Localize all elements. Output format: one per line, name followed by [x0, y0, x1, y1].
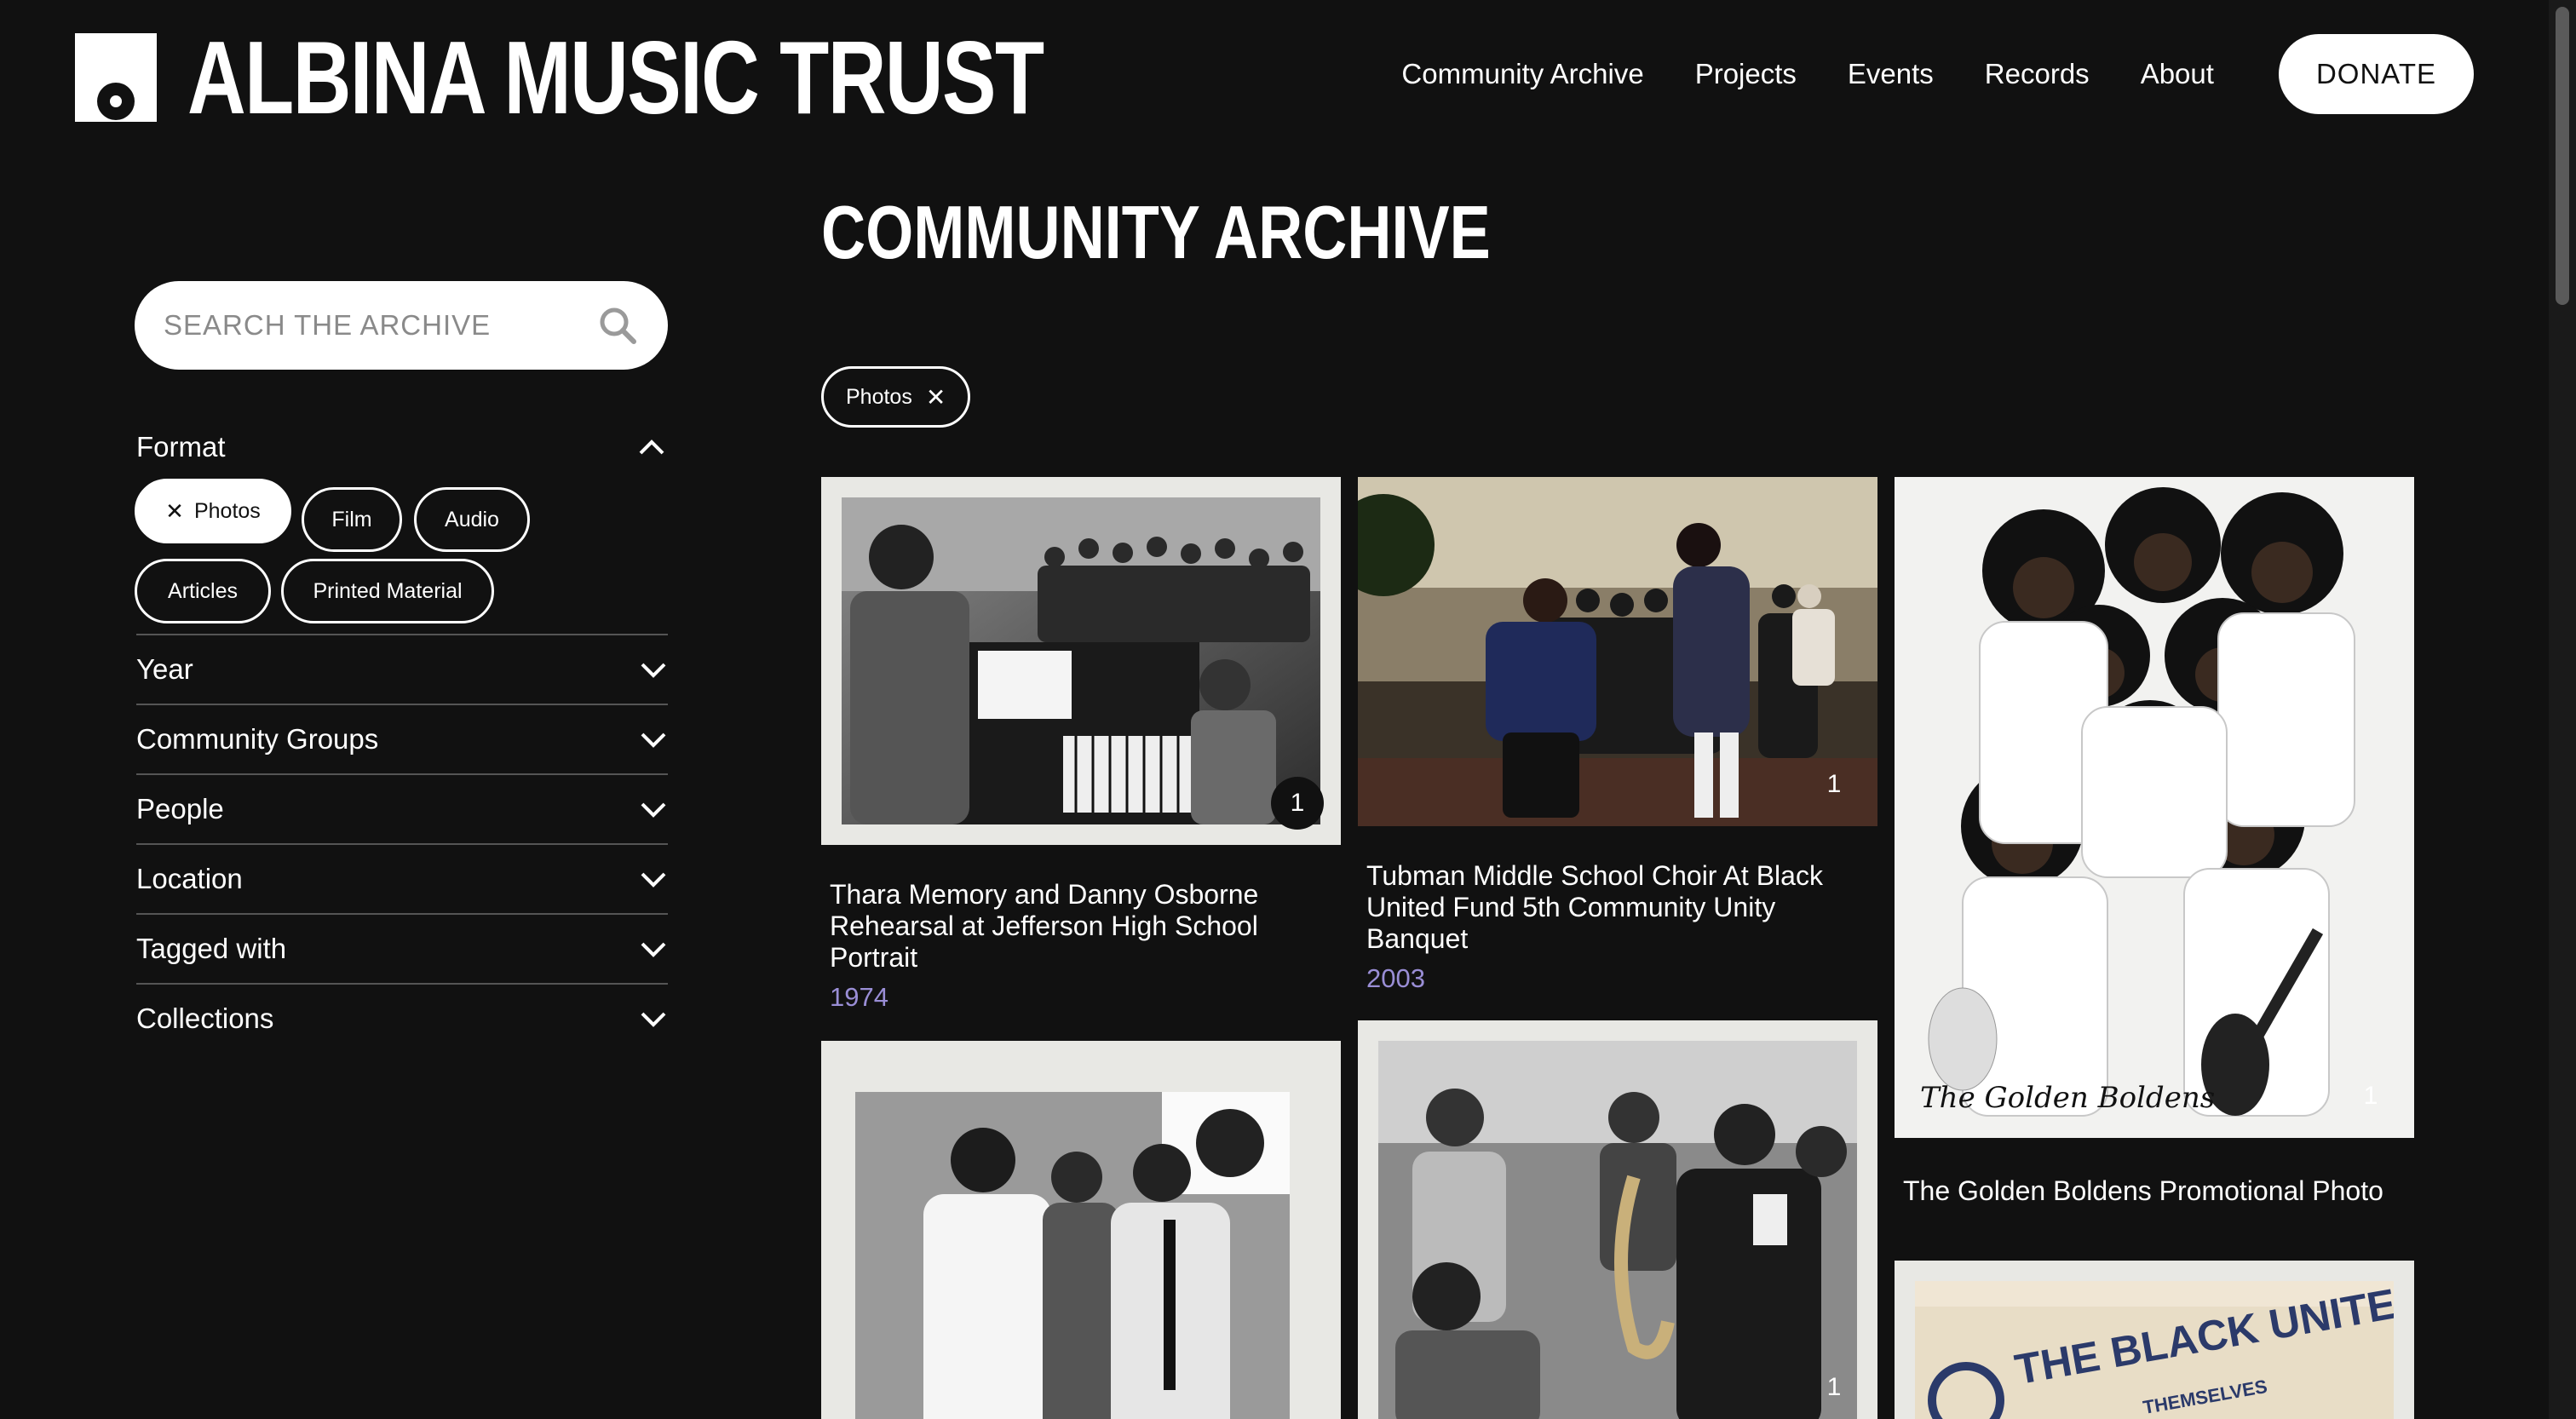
- card-image[interactable]: 1: [1358, 477, 1877, 826]
- format-option-printed-material[interactable]: Printed Material: [281, 559, 494, 623]
- format-option-audio[interactable]: Audio: [414, 487, 530, 552]
- scrollbar-thumb[interactable]: [2556, 7, 2569, 305]
- format-option-film[interactable]: Film: [302, 487, 402, 552]
- facet-people[interactable]: People: [136, 773, 668, 843]
- active-filter-label: Photos: [846, 384, 912, 409]
- search-icon[interactable]: [596, 304, 639, 347]
- card-image[interactable]: [821, 1041, 1341, 1419]
- facet-location[interactable]: Location: [136, 843, 668, 913]
- chevron-down-icon: [641, 663, 666, 678]
- chevron-down-icon: [641, 1012, 666, 1027]
- chevron-down-icon: [641, 732, 666, 748]
- site-logo[interactable]: ALBINA MUSIC TRUST: [75, 26, 1285, 129]
- photo-choir-image: [1358, 477, 1877, 826]
- photo-saxophone-image: [1378, 1041, 1857, 1419]
- chevron-down-icon: [641, 942, 666, 957]
- facet-format-header[interactable]: Format: [136, 426, 666, 468]
- photo-black-united-fund-sign-image: THE BLACK UNITED FUND OF OREGON THEMSELV…: [1915, 1261, 2414, 1419]
- remove-icon: ✕: [165, 497, 184, 524]
- facet-label: People: [136, 793, 224, 824]
- chevron-down-icon: [641, 802, 666, 818]
- photo-golden-boldens-image: The Golden Boldens: [1895, 477, 2414, 1138]
- facet-collections[interactable]: Collections: [136, 983, 668, 1053]
- close-icon[interactable]: ✕: [926, 383, 946, 411]
- archive-card[interactable]: The Golden Boldens 1 The Golden Boldens …: [1895, 477, 2414, 1207]
- chevron-up-icon: [639, 439, 664, 455]
- nav-projects[interactable]: Projects: [1695, 58, 1797, 90]
- photo-three-people-image: [855, 1092, 1290, 1419]
- search-input[interactable]: [164, 309, 596, 342]
- photo-rehearsal-image: [842, 497, 1320, 824]
- item-count-badge: 1: [1826, 770, 1842, 798]
- page-title: COMMUNITY ARCHIVE: [821, 190, 1491, 274]
- nav-about[interactable]: About: [2141, 58, 2214, 90]
- facet-community-groups[interactable]: Community Groups: [136, 704, 668, 773]
- main-nav: Community Archive Projects Events Record…: [1350, 34, 2474, 114]
- item-count-badge: 1: [1271, 777, 1324, 830]
- card-year: 2003: [1366, 963, 1425, 993]
- item-count-badge: 1: [1826, 1373, 1842, 1401]
- format-option-label: Photos: [193, 498, 261, 523]
- card-title[interactable]: Thara Memory and Danny Osborne Rehearsal…: [821, 879, 1341, 974]
- facet-label: Tagged with: [136, 933, 287, 964]
- chevron-down-icon: [641, 872, 666, 888]
- golden-boldens-caption: The Golden Boldens: [1920, 1081, 2215, 1115]
- active-filter-chip[interactable]: Photos ✕: [821, 366, 971, 428]
- facet-format-label: Format: [136, 431, 226, 462]
- nav-community-archive[interactable]: Community Archive: [1401, 58, 1643, 90]
- format-option-articles[interactable]: Articles: [135, 559, 271, 623]
- facet-label: Community Groups: [136, 723, 379, 755]
- logo-text: ALBINA MUSIC TRUST: [187, 20, 1044, 135]
- facet-tagged-with[interactable]: Tagged with: [136, 913, 668, 983]
- archive-card[interactable]: 1 Tubman Middle School Choir At Black Un…: [1358, 477, 1877, 994]
- card-title[interactable]: The Golden Boldens Promotional Photo: [1895, 1175, 2414, 1207]
- card-year: 1974: [830, 982, 888, 1012]
- card-image[interactable]: 1: [821, 477, 1341, 845]
- nav-events[interactable]: Events: [1848, 58, 1934, 90]
- facet-label: Year: [136, 653, 193, 685]
- card-title[interactable]: Tubman Middle School Choir At Black Unit…: [1358, 860, 1877, 955]
- search-box: [135, 281, 668, 370]
- archive-card[interactable]: 1: [1358, 1020, 1877, 1419]
- item-count-badge: 1: [2363, 1082, 2378, 1110]
- archive-card[interactable]: 1 Thara Memory and Danny Osborne Rehears…: [821, 477, 1341, 1013]
- archive-card[interactable]: THE BLACK UNITED FUND OF OREGON THEMSELV…: [1895, 1261, 2414, 1419]
- format-option-photos[interactable]: ✕ Photos: [135, 479, 291, 543]
- card-image[interactable]: 1: [1358, 1020, 1877, 1419]
- scrollbar-track[interactable]: [2549, 0, 2576, 1419]
- archive-card[interactable]: [821, 1041, 1341, 1419]
- logo-mark-icon: [75, 33, 157, 122]
- facet-year[interactable]: Year: [136, 634, 668, 704]
- card-image[interactable]: The Golden Boldens 1: [1895, 477, 2414, 1138]
- facet-label: Location: [136, 863, 243, 894]
- card-image[interactable]: THE BLACK UNITED FUND OF OREGON THEMSELV…: [1895, 1261, 2414, 1419]
- facet-label: Collections: [136, 1002, 274, 1034]
- nav-records[interactable]: Records: [1985, 58, 2090, 90]
- donate-button[interactable]: DONATE: [2278, 34, 2474, 114]
